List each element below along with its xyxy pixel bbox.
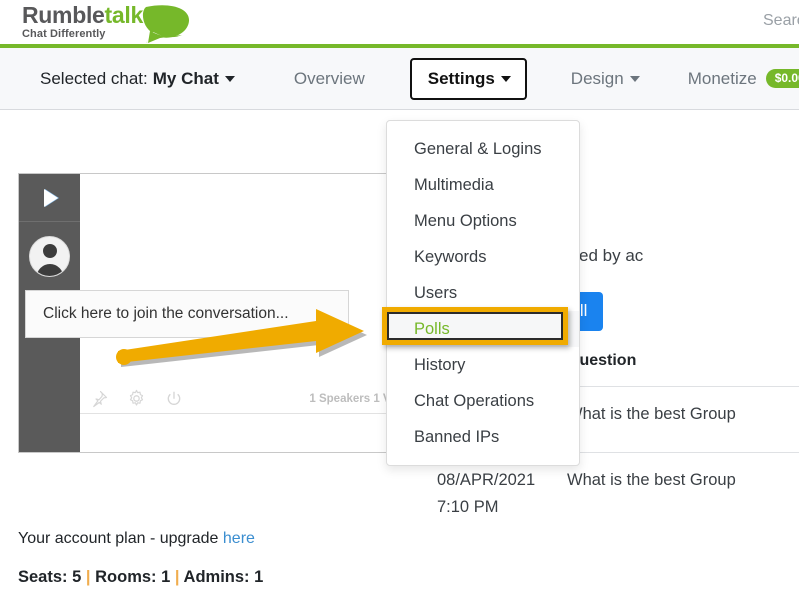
account-quota-line: Seats: 5 | Rooms: 1 | Admins: 1 [18,568,263,587]
quota-separator: | [86,568,91,586]
nav-tab-monetize[interactable]: Monetize $0.00 [688,69,799,89]
menu-item-menu-options[interactable]: Menu Options [387,203,579,239]
main-navbar: Selected chat: My Chat Overview Settings… [0,48,799,110]
page-root: Rumbletalk Chat Differently Search Selec… [0,0,799,600]
selected-chat-dropdown[interactable]: Selected chat: My Chat [40,69,235,89]
status-speakers: 1 Speakers [309,393,370,405]
seats-value: 5 [72,568,81,586]
rumbletalk-logo[interactable]: Rumbletalk Chat Differently [22,3,202,45]
menu-item-multimedia[interactable]: Multimedia [387,167,579,203]
upgrade-link[interactable]: here [223,530,255,547]
gear-icon[interactable] [127,389,146,408]
menu-item-history[interactable]: History [387,347,579,383]
menu-item-keywords[interactable]: Keywords [387,239,579,275]
selected-chat-value: My Chat [153,69,219,89]
pin-icon[interactable] [90,390,108,408]
menu-item-banned-ips[interactable]: Banned IPs [387,419,579,455]
cell-time-value: 7:10 PM [437,498,567,517]
chat-join-placeholder: Click here to join the conversation... [43,305,289,323]
chevron-down-icon [501,76,511,82]
rooms-label: Rooms: [95,568,156,586]
menu-item-general-logins[interactable]: General & Logins [387,131,579,167]
power-icon[interactable] [165,390,183,408]
play-icon [44,189,58,207]
col-question-header: Question [567,352,799,387]
nav-tab-settings[interactable]: Settings [410,58,527,100]
nav-tab-settings-label: Settings [428,69,495,89]
site-header: Rumbletalk Chat Differently Search [0,0,799,48]
logo-word-talk: talk [105,2,143,28]
admins-label: Admins: [184,568,250,586]
account-plan-line: Your account plan - upgrade here [18,530,255,548]
monetize-balance-badge: $0.00 [766,69,799,88]
quota-separator: | [175,568,180,586]
avatar[interactable] [29,236,70,277]
seats-label: Seats: [18,568,68,586]
menu-item-polls[interactable]: Polls [387,311,579,347]
chat-widget-divider [80,413,409,414]
account-plan-text: Your account plan - upgrade [18,530,218,547]
logo-word-rumble: Rumble [22,2,105,28]
chat-widget-toolbar [90,389,183,408]
search-label[interactable]: Search [763,12,799,30]
settings-dropdown-menu: General & Logins Multimedia Menu Options… [386,120,580,466]
chat-join-input[interactable]: Click here to join the conversation... [25,290,349,338]
chevron-down-icon [630,76,640,82]
cell-question: What is the best Group [567,387,799,453]
nav-tab-overview-label: Overview [294,69,365,89]
nav-tab-design[interactable]: Design [571,69,640,89]
nav-tab-monetize-label: Monetize [688,69,757,89]
menu-item-chat-operations[interactable]: Chat Operations [387,383,579,419]
cell-date-value: 08/APR/2021 [437,471,535,489]
nav-tab-design-label: Design [571,69,624,89]
speech-bubble-icon [140,4,192,44]
admins-value: 1 [254,568,263,586]
selected-chat-label: Selected chat: [40,69,148,89]
menu-item-users[interactable]: Users [387,275,579,311]
cell-question: What is the best Group [567,453,799,538]
nav-tab-overview[interactable]: Overview [294,69,365,89]
rooms-value: 1 [161,568,170,586]
avatar-head [43,244,57,258]
chevron-down-icon [225,76,235,82]
chat-play-button[interactable] [19,174,80,222]
avatar-body [36,264,63,277]
